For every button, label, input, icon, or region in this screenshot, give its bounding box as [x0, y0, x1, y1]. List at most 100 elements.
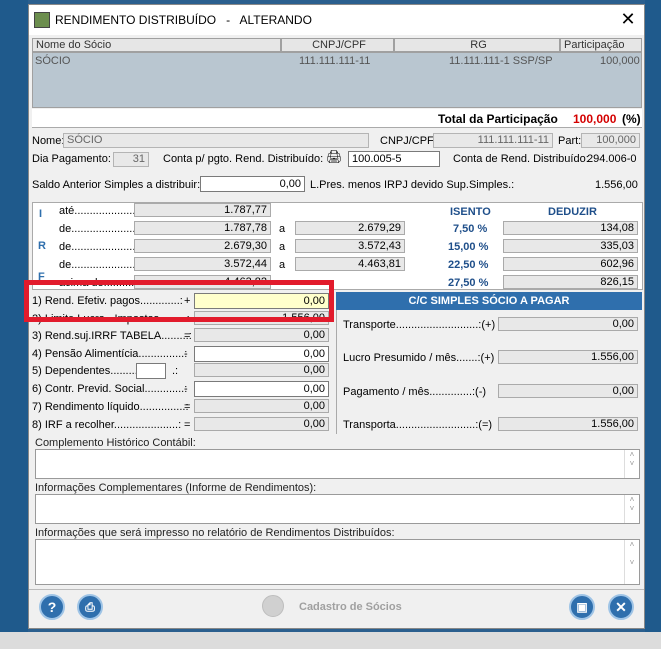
irrf-rate: 15,00 %	[448, 241, 489, 253]
total-label: Total da Participação	[438, 112, 558, 126]
info-rel-scrollbar[interactable]: ˄ ˅	[624, 540, 639, 584]
total-unit: (%)	[622, 112, 641, 126]
grid-header-nome[interactable]: Nome do Sócio	[32, 38, 281, 52]
dia-field[interactable]: 31	[113, 152, 149, 167]
calc-label: 6) Contr. Previd. Social.............:	[32, 383, 188, 395]
historico-scrollbar[interactable]: ˄ ˅	[624, 450, 639, 478]
irrf-a-label: a	[279, 241, 286, 253]
grid-header-cnpj[interactable]: CNPJ/CPF	[281, 38, 394, 52]
saldo-label: Saldo Anterior Simples a distribuir:	[32, 179, 201, 191]
irrf-deduzir-field[interactable]: 335,03	[503, 239, 638, 253]
irrf-letter-r: R	[38, 240, 46, 252]
print-button[interactable]: ⎙	[77, 594, 103, 620]
nome-label: Nome:	[32, 135, 65, 147]
irrf-from-field[interactable]: 3.572,44	[134, 257, 271, 271]
historico-label: Complemento Histórico Contábil:	[35, 437, 196, 449]
calc-op: =	[184, 330, 191, 342]
calc-label: 4) Pensão Alimentícia...............:	[32, 348, 188, 360]
cadastro-socios-button[interactable]: Cadastro de Sócios	[299, 601, 402, 613]
title-bar: RENDIMENTO DISTRIBUÍDO - ALTERANDO ✕	[29, 5, 644, 35]
grid-cell-participacao[interactable]: 100,000	[600, 55, 640, 67]
irrf-rate: 27,50 %	[448, 277, 489, 289]
contr-previd-input[interactable]: 0,00	[194, 381, 329, 397]
irrf-from-field[interactable]: 1.787,78	[134, 221, 271, 235]
cc-label: Transporta..........................:(=)	[343, 419, 493, 431]
irrf-deduzir-field[interactable]: 134,08	[503, 221, 638, 235]
total-value: 100,000	[573, 112, 617, 126]
cc-label: Transporte...........................:(+…	[343, 319, 496, 331]
window-title: RENDIMENTO DISTRIBUÍDO - ALTERANDO	[55, 13, 312, 27]
desktop-background-right	[645, 0, 661, 649]
irrf-deduzir-field[interactable]: 602,96	[503, 257, 638, 271]
grid-cell-cnpj[interactable]: 111.111.111-11	[299, 55, 370, 67]
isento-header: ISENTO	[450, 206, 491, 218]
rend-liquido-field[interactable]: 0,00	[194, 399, 329, 413]
irrf-rate: 22,50 %	[448, 259, 489, 271]
calc-label: 3) Rend.suj.IRRF TABELA.........:	[32, 330, 192, 342]
app-icon	[34, 12, 50, 28]
cc-value-field[interactable]: 0,00	[498, 384, 638, 398]
cc-header: C/C SIMPLES SÓCIO A PAGAR	[336, 292, 642, 310]
historico-textarea[interactable]: ˄ ˅	[35, 449, 640, 479]
desktop-background-bottom	[0, 632, 661, 649]
total-bar: Total da Participação 100,000 (%)	[32, 109, 642, 128]
irrf-to-field[interactable]: 3.572,43	[295, 239, 405, 253]
calc-label: 8) IRF a recolher.....................:	[32, 419, 182, 431]
pensao-input[interactable]: 0,00	[194, 346, 329, 362]
close-window-button[interactable]: ✕	[617, 8, 639, 30]
irf-recolher-field[interactable]: 0,00	[194, 417, 329, 431]
irrf-deduzir-field[interactable]: 826,15	[503, 275, 638, 289]
rend-suj-field[interactable]: 0,00	[194, 328, 329, 342]
irrf-letter-i: I	[39, 208, 43, 220]
calc-op: -	[184, 383, 188, 395]
desktop-background-left	[0, 0, 28, 649]
info-rel-textarea[interactable]: ˄ ˅	[35, 539, 640, 585]
cadastro-icon	[262, 595, 284, 617]
cc-value-field[interactable]: 0,00	[498, 317, 638, 331]
cc-label: Lucro Presumido / mês.......:(+)	[343, 352, 495, 364]
conta-rend-label: Conta de Rend. Distribuído:	[453, 153, 589, 165]
irrf-from-field[interactable]: 2.679,30	[134, 239, 271, 253]
nome-field[interactable]: SÓCIO	[63, 133, 369, 148]
grid-header-participacao[interactable]: Participação	[560, 38, 642, 52]
dependentes-field[interactable]: 0,00	[194, 363, 329, 377]
dia-label: Dia Pagamento:	[32, 153, 111, 165]
calc-label: 5) Dependentes.........	[32, 365, 138, 377]
printer-lookup-icon[interactable]: 🖨	[326, 149, 343, 165]
saldo-field[interactable]: 0,00	[200, 176, 305, 192]
grid-header-rg[interactable]: RG	[394, 38, 560, 52]
cancel-button[interactable]: ✕	[608, 594, 634, 620]
help-button[interactable]: ?	[39, 594, 65, 620]
cc-value-field[interactable]: 1.556,00	[498, 350, 638, 364]
info-comp-scrollbar[interactable]: ˄ ˅	[624, 495, 639, 523]
irrf-to-field[interactable]: 4.463,81	[295, 257, 405, 271]
irrf-from-field[interactable]: 1.787,77	[134, 203, 271, 217]
grid-cell-nome[interactable]: SÓCIO	[35, 55, 70, 67]
irrf-side-strip: I R F	[35, 203, 51, 289]
conta-rend-value: 294.006-0	[587, 153, 637, 165]
save-button[interactable]: ▣	[569, 594, 595, 620]
conta-field[interactable]: 100.005-5	[348, 151, 440, 167]
part-label: Part:	[558, 135, 582, 147]
irrf-rate: 7,50 %	[453, 223, 488, 235]
floppy-disk-icon: ▣	[576, 600, 588, 614]
cnpj-label: CNPJ/CPF:	[380, 135, 437, 147]
calc-op: .:	[172, 365, 179, 377]
calc-label: 7) Rendimento líquido...............:	[32, 401, 189, 413]
calc-op: =	[184, 419, 191, 431]
dependentes-count-input[interactable]	[136, 363, 166, 379]
info-rel-label: Informações que será impresso no relatór…	[35, 527, 395, 539]
part-field[interactable]: 100,000	[581, 133, 640, 148]
deduzir-header: DEDUZIR	[548, 206, 597, 218]
irrf-a-label: a	[279, 223, 286, 235]
cc-value-field[interactable]: 1.556,00	[498, 417, 638, 431]
footer-divider	[29, 589, 644, 590]
grid-cell-rg[interactable]: 11.111.111-1 SSP/SP	[449, 55, 553, 67]
calc-op: -	[184, 348, 188, 360]
cc-label: Pagamento / mês..............:(-)	[343, 386, 487, 398]
cnpj-field[interactable]: 111.111.111-11	[433, 133, 553, 148]
lpres-value: 1.556,00	[595, 179, 638, 191]
info-comp-textarea[interactable]: ˄ ˅	[35, 494, 640, 524]
irrf-to-field[interactable]: 2.679,29	[295, 221, 405, 235]
dialog-window: RENDIMENTO DISTRIBUÍDO - ALTERANDO ✕ Nom…	[24, 4, 645, 629]
